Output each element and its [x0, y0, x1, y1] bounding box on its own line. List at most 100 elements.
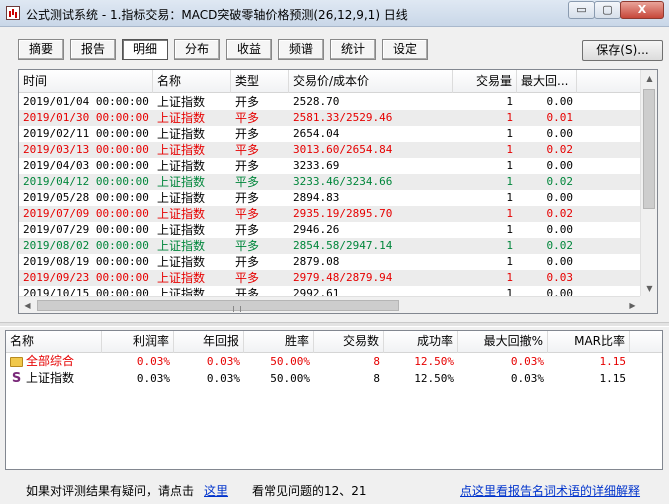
vertical-scroll-thumb[interactable] — [643, 89, 655, 209]
here-link[interactable]: 这里 — [204, 482, 228, 499]
cell-annual: 0.03% — [206, 355, 240, 368]
cell-type: 开多 — [235, 95, 260, 109]
cell-price: 2854.58/2947.14 — [293, 239, 393, 252]
cell-time: 2019/08/02 00:00:00 — [23, 239, 149, 252]
col-header-volume[interactable]: 交易量 — [453, 70, 517, 93]
cell-price: 2946.26 — [293, 223, 340, 236]
cell-price: 2935.19/2895.70 — [293, 207, 393, 220]
cell-volume: 1 — [506, 143, 513, 156]
col-header-mar[interactable]: MAR比率 — [548, 331, 630, 353]
cell-price: 2528.70 — [293, 95, 340, 108]
cell-volume: 1 — [506, 223, 513, 236]
col-header-maxdd[interactable]: 最大回... — [517, 70, 577, 93]
table-row[interactable]: 2019/09/23 00:00:00 上证指数 平多 2979.48/2879.94… — [19, 270, 641, 286]
cell-time: 2019/07/09 00:00:00 — [23, 207, 149, 220]
cell-volume: 1 — [506, 127, 513, 140]
cell-name: 上证指数 — [157, 255, 206, 269]
maximize-button[interactable]: ▢ — [594, 1, 621, 19]
window-title: 公式测试系统 - 1.指标交易：MACD突破零轴价格预测(26,12,9,1) … — [26, 8, 408, 22]
question-text: 如果对评测结果有疑问，请点击 — [26, 484, 195, 498]
cell-volume: 1 — [506, 95, 513, 108]
table-row[interactable]: 2019/01/30 00:00:00 上证指数 平多 2581.33/2529.46… — [19, 110, 641, 126]
cell-type: 开多 — [235, 127, 260, 141]
scroll-down-icon[interactable]: ▼ — [641, 280, 657, 297]
cell-time: 2019/03/13 00:00:00 — [23, 143, 149, 156]
col-header-maxdd-pct[interactable]: 最大回撤% — [458, 331, 548, 353]
tab-settings[interactable]: 设定 — [382, 39, 428, 60]
summary-name-label: 全部综合 — [26, 354, 75, 368]
stock-s-icon: S — [11, 371, 22, 386]
pane-splitter[interactable] — [0, 322, 669, 327]
tab-summary[interactable]: 摘要 — [18, 39, 64, 60]
tab-statistics[interactable]: 统计 — [330, 39, 376, 60]
table-row[interactable]: 2019/08/02 00:00:00 上证指数 平多 2854.58/2947.14… — [19, 238, 641, 254]
trade-details-grid[interactable]: 时间 名称 类型 交易价/成本价 交易量 最大回... 2019/01/04 0… — [18, 69, 658, 314]
cell-time: 2019/04/03 00:00:00 — [23, 159, 149, 172]
col-header-annual[interactable]: 年回报 — [174, 331, 244, 353]
col-header-profit[interactable]: 利润率 — [102, 331, 174, 353]
cell-volume: 1 — [506, 111, 513, 124]
cell-name: 上证指数 — [157, 239, 206, 253]
save-button[interactable]: 保存(S)... — [582, 40, 663, 61]
vertical-scrollbar[interactable]: ▲ ▼ — [640, 70, 657, 297]
cell-maxdd: 0.00 — [546, 223, 574, 236]
tab-report[interactable]: 报告 — [70, 39, 116, 60]
cell-type: 平多 — [235, 271, 260, 285]
table-row[interactable]: 2019/03/13 00:00:00 上证指数 平多 3013.60/2654.84… — [19, 142, 641, 158]
cell-sum-name: S 上证指数 — [6, 370, 102, 387]
cell-maxdd: 0.00 — [546, 191, 574, 204]
col-header-sum-name[interactable]: 名称 — [6, 331, 102, 353]
table-row[interactable]: 2019/04/12 00:00:00 上证指数 平多 3233.46/3234.66… — [19, 174, 641, 190]
scroll-right-icon[interactable]: ▶ — [624, 297, 641, 313]
cell-price: 2654.04 — [293, 127, 340, 140]
cell-time: 2019/09/23 00:00:00 — [23, 271, 149, 284]
table-row[interactable]: 2019/07/29 00:00:00 上证指数 开多 2946.26 1 0.00 — [19, 222, 641, 238]
cell-price: 2894.83 — [293, 191, 340, 204]
tab-spectrum[interactable]: 频谱 — [278, 39, 324, 60]
cell-time: 2019/08/19 00:00:00 — [23, 255, 149, 268]
horizontal-scrollbar[interactable]: ◀ ▶ — [19, 296, 641, 313]
col-header-name[interactable]: 名称 — [153, 70, 231, 93]
col-header-success[interactable]: 成功率 — [384, 331, 458, 353]
table-row[interactable]: 2019/07/09 00:00:00 上证指数 平多 2935.19/2895.70… — [19, 206, 641, 222]
col-header-time[interactable]: 时间 — [19, 70, 153, 93]
cell-winrate: 50.00% — [270, 355, 310, 368]
tab-returns[interactable]: 收益 — [226, 39, 272, 60]
close-button[interactable]: X — [620, 1, 664, 19]
col-header-price[interactable]: 交易价/成本价 — [289, 70, 453, 93]
cell-sum-name: 全部综合 — [6, 353, 102, 370]
cell-price: 2879.08 — [293, 255, 340, 268]
cell-success: 12.50% — [414, 355, 454, 368]
list-item[interactable]: S 上证指数 0.03% 0.03% 50.00% 8 12.50% 0.03% 1.15 — [6, 370, 662, 387]
cell-maxdd-pct: 0.03% — [510, 355, 544, 368]
table-row[interactable]: 2019/01/04 00:00:00 上证指数 开多 2528.70 1 0.00 — [19, 94, 641, 110]
table-row[interactable]: 2019/05/28 00:00:00 上证指数 开多 2894.83 1 0.00 — [19, 190, 641, 206]
table-row[interactable]: 2019/08/19 00:00:00 上证指数 开多 2879.08 1 0.00 — [19, 254, 641, 270]
cell-time: 2019/01/04 00:00:00 — [23, 95, 149, 108]
cell-name: 上证指数 — [157, 159, 206, 173]
list-item[interactable]: 全部综合 0.03% 0.03% 50.00% 8 12.50% 0.03% 1.15 — [6, 353, 662, 370]
cell-price: 3233.46/3234.66 — [293, 175, 393, 188]
cell-success: 12.50% — [414, 372, 454, 385]
col-header-count[interactable]: 交易数 — [314, 331, 384, 353]
glossary-link[interactable]: 点这里看报告名词术语的详细解释 — [460, 482, 640, 499]
tab-distribution[interactable]: 分布 — [174, 39, 220, 60]
col-header-type[interactable]: 类型 — [231, 70, 289, 93]
cell-winrate: 50.00% — [270, 372, 310, 385]
col-header-winrate[interactable]: 胜率 — [244, 331, 314, 353]
cell-type: 开多 — [235, 191, 260, 205]
table-row[interactable]: 2019/04/03 00:00:00 上证指数 开多 3233.69 1 0.00 — [19, 158, 641, 174]
cell-maxdd: 0.02 — [546, 207, 574, 220]
table-row[interactable]: 2019/02/11 00:00:00 上证指数 开多 2654.04 1 0.00 — [19, 126, 641, 142]
horizontal-scroll-thumb[interactable] — [37, 300, 399, 312]
minimize-button[interactable]: ▭ — [568, 1, 595, 19]
cell-volume: 1 — [506, 175, 513, 188]
cell-volume: 1 — [506, 239, 513, 252]
cell-time: 2019/07/29 00:00:00 — [23, 223, 149, 236]
scroll-left-icon[interactable]: ◀ — [19, 297, 36, 313]
tab-details[interactable]: 明细 — [122, 39, 168, 60]
scroll-up-icon[interactable]: ▲ — [641, 70, 657, 87]
cell-type: 平多 — [235, 239, 260, 253]
summary-grid[interactable]: 名称 利润率 年回报 胜率 交易数 成功率 最大回撤% MAR比率 全部综合 0.… — [5, 330, 663, 470]
cell-volume: 1 — [506, 207, 513, 220]
